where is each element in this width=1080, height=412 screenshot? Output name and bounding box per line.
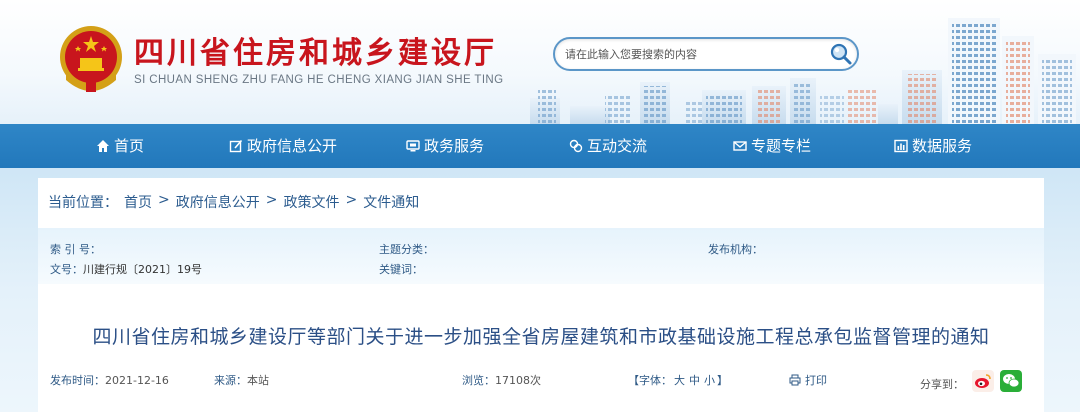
weibo-icon[interactable] [972,370,994,392]
meta-keyword-label: 关键词： [379,263,423,276]
meta-index-label: 索 引 号： [50,243,101,256]
nav-item-gov-info[interactable]: 政府信息公开 [229,124,337,168]
nav-item-home[interactable]: 首页 [96,124,144,168]
breadcrumb-label: 当前位置： [48,195,118,211]
interaction-icon [569,139,583,153]
breadcrumb-home[interactable]: 首页 [124,192,152,212]
nav-item-special-topics[interactable]: 专题专栏 [733,124,811,168]
meta-doc-number: 文号：川建行规〔2021〕19号 [50,261,202,277]
nav-item-data-service[interactable]: 数据服务 [894,124,972,168]
print-button[interactable]: 打印 [789,372,827,388]
mail-icon [733,141,747,151]
meta-keyword: 关键词： [379,261,423,277]
meta-topic: 主题分类： [379,241,434,257]
wechat-icon[interactable] [1000,370,1022,392]
print-label: 打印 [805,374,827,387]
nav-item-label: 政府信息公开 [247,137,338,155]
main-nav: 首页 政府信息公开 政务服务 互动交流 专题专栏 数据服务 [0,124,1080,168]
printer-icon [789,374,801,386]
city-skyline-decoration [530,18,1076,124]
breadcrumb-separator: > [345,192,358,208]
font-size-small[interactable]: 小 [704,374,715,387]
nav-item-label: 政务服务 [424,137,485,155]
nav-item-gov-service[interactable]: 政务服务 [406,124,484,168]
font-size-control: 【字体：大中小】 [628,372,728,388]
site-header: 四川省住房和城乡建设厅 SI CHUAN SHENG ZHU FANG HE C… [0,0,1080,124]
breadcrumb-file-notice[interactable]: 文件通知 [363,192,419,212]
home-icon [97,140,109,152]
monitor-icon [406,140,420,152]
font-size-close: 】 [717,374,728,387]
source-label: 来源： [214,374,247,387]
meta-doc-no-value: 川建行规〔2021〕19号 [83,263,202,276]
meta-doc-no-label: 文号： [50,263,83,276]
content-panel [38,178,1044,412]
share-label: 分享到： [920,378,964,391]
font-size-medium[interactable]: 中 [689,374,700,387]
nav-item-interaction[interactable]: 互动交流 [569,124,647,168]
font-size-large[interactable]: 大 [674,374,685,387]
meta-topic-label: 主题分类： [379,243,434,256]
nav-item-label: 首页 [114,137,145,155]
breadcrumb-separator: > [265,192,278,208]
font-size-label: 【字体： [628,374,672,387]
breadcrumb: 当前位置： 首页 > 政府信息公开 > 政策文件 > 文件通知 [48,192,419,212]
nav-item-label: 互动交流 [587,137,648,155]
meta-index-number: 索 引 号： [50,241,101,257]
document-title: 四川省住房和城乡建设厅等部门关于进一步加强全省房屋建筑和市政基础设施工程总承包监… [92,326,990,348]
data-icon [894,139,908,153]
meta-publisher: 发布机构： [708,241,763,257]
view-count-value: 17108次 [495,374,541,387]
publish-date-value: 2021-12-16 [105,374,169,387]
publish-date-label: 发布时间： [50,374,105,387]
meta-publisher-label: 发布机构： [708,243,763,256]
nav-item-label: 专题专栏 [751,137,812,155]
source: 来源：本站 [214,372,269,388]
national-emblem-icon [60,26,122,92]
source-value: 本站 [247,374,269,387]
edit-icon [229,139,243,153]
nav-item-label: 数据服务 [912,137,973,155]
view-count-label: 浏览： [462,374,495,387]
view-count: 浏览：17108次 [462,372,541,388]
breadcrumb-policy-docs[interactable]: 政策文件 [283,192,339,212]
breadcrumb-separator: > [158,192,170,208]
publish-date: 发布时间：2021-12-16 [50,372,169,388]
breadcrumb-gov-info[interactable]: 政府信息公开 [176,192,260,212]
